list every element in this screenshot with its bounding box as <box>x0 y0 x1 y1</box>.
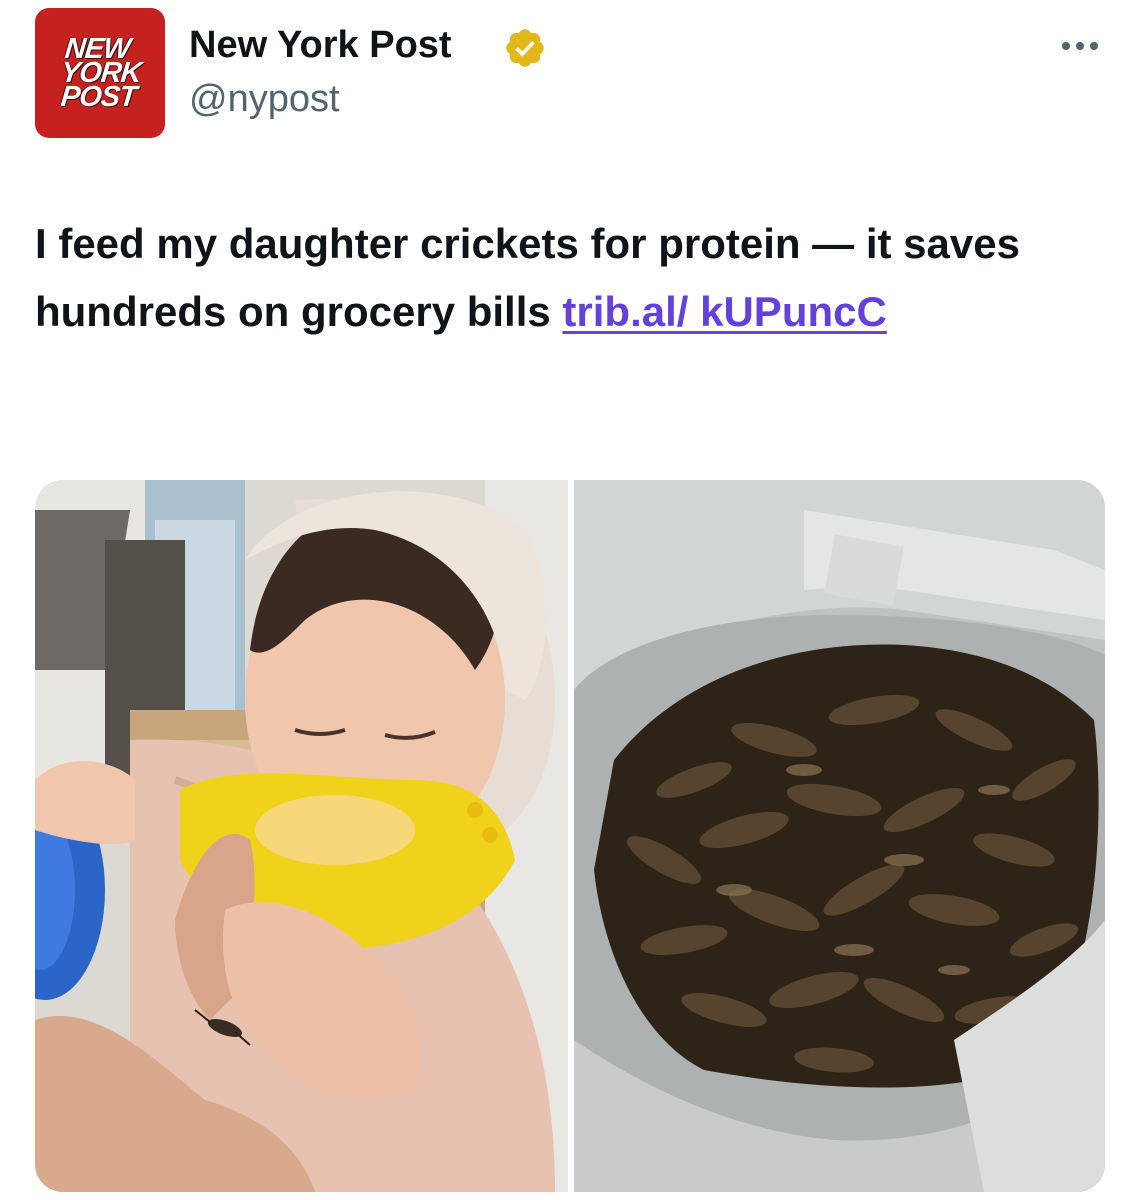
tweet-text: I feed my daughter crickets for protein … <box>35 210 1105 346</box>
photo-bag-of-crickets[interactable] <box>574 480 1105 1192</box>
verified-badge-icon[interactable] <box>503 26 547 70</box>
tweet: NEW YORK POST New York Post @nypost I fe… <box>0 0 1141 1200</box>
avatar[interactable]: NEW YORK POST <box>35 8 165 138</box>
logo-line: POST <box>58 81 138 113</box>
photo-baby-with-cricket[interactable] <box>35 480 568 1192</box>
more-options-button[interactable] <box>1050 24 1110 68</box>
more-dot-icon <box>1062 42 1070 50</box>
more-dot-icon <box>1090 42 1098 50</box>
photo-bag-of-crickets-icon <box>574 480 1105 1192</box>
photo-baby-with-cricket-icon <box>35 480 568 1192</box>
more-dot-icon <box>1076 42 1084 50</box>
media-grid <box>35 480 1105 1192</box>
handle[interactable]: @nypost <box>189 74 340 124</box>
display-name[interactable]: New York Post <box>189 20 452 70</box>
tweet-link[interactable]: trib.al/ kUPuncC <box>562 288 886 335</box>
